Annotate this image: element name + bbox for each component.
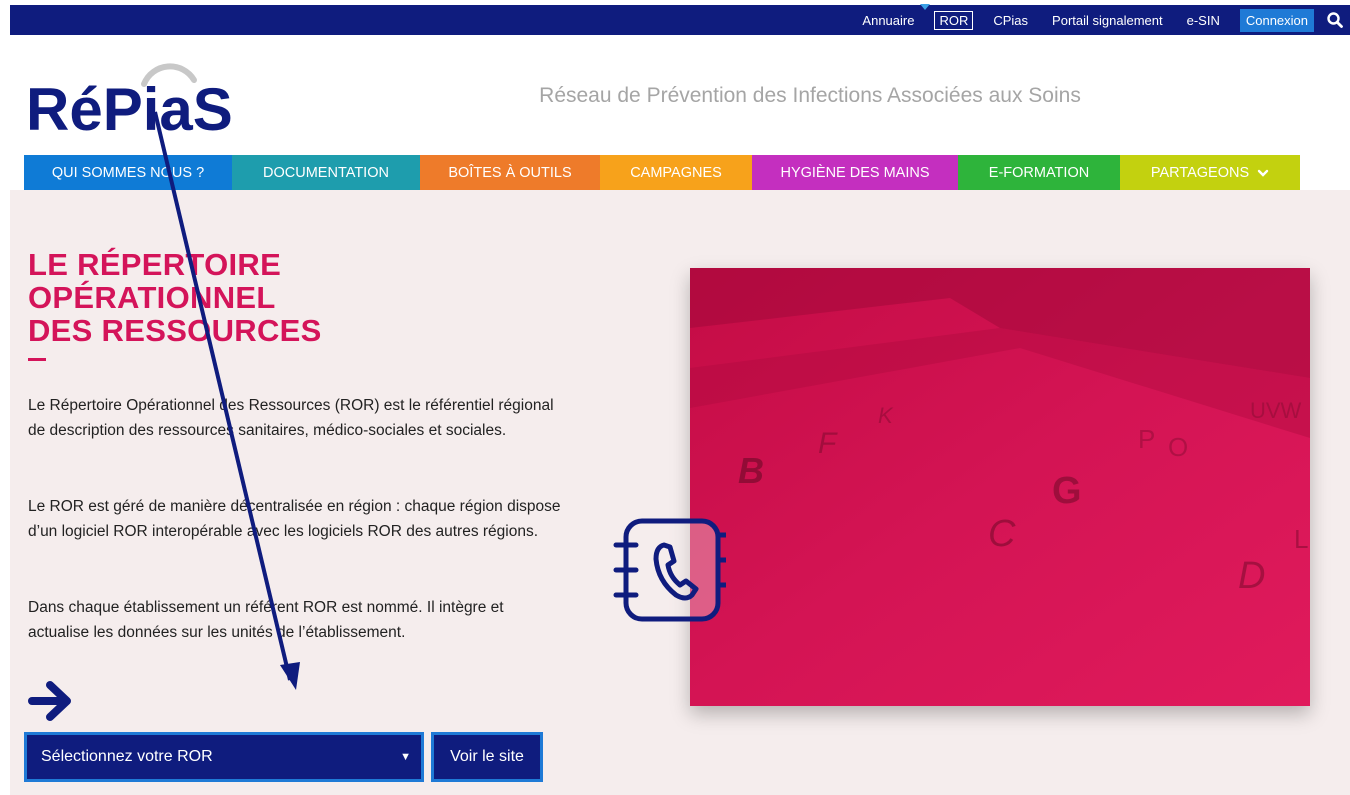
chevron-down-icon	[1257, 169, 1269, 177]
nav-item-label: CAMPAGNES	[630, 164, 722, 181]
ror-select-value: Sélectionnez votre ROR	[41, 748, 213, 765]
letter-b: B	[738, 450, 764, 491]
voir-le-site-button[interactable]: Voir le site	[431, 732, 543, 782]
top-link-ror[interactable]: ROR	[934, 10, 974, 30]
top-link-e-sin[interactable]: e-SIN	[1183, 11, 1224, 30]
site-tagline: Réseau de Prévention des Infections Asso…	[539, 84, 1081, 107]
top-bar: Annuaire ROR CPias Portail signalement e…	[10, 4, 1350, 35]
intro-paragraph: Le Répertoire Opérationnel des Ressource…	[28, 397, 554, 439]
nav-item-label: E-FORMATION	[988, 164, 1090, 181]
title-line: OPÉRATIONNEL	[28, 280, 276, 315]
ror-select[interactable]: Sélectionnez votre ROR ▼	[24, 732, 424, 782]
top-link-portail-signalement[interactable]: Portail signalement	[1048, 11, 1167, 30]
nav-item-label: BOÎTES À OUTILS	[448, 164, 572, 181]
letter-p: P	[1138, 424, 1155, 454]
nav-item-label: PARTAGEONS	[1150, 164, 1250, 181]
letter-l: L	[1294, 524, 1308, 554]
nav-item-campagnes[interactable]: CAMPAGNES	[600, 155, 752, 190]
letter-uvw: UVW	[1250, 398, 1302, 423]
connexion-button[interactable]: Connexion	[1239, 8, 1314, 32]
arrow-right-icon	[28, 680, 74, 727]
logo-text: RéPiaS	[26, 76, 233, 140]
card-index-image: B F K C G P O D L UVW	[690, 268, 1310, 706]
address-book-icon	[612, 515, 732, 630]
title-underline	[28, 358, 46, 361]
top-links: Annuaire ROR CPias Portail signalement e…	[850, 5, 1350, 35]
search-icon[interactable]	[1320, 5, 1350, 35]
main-nav: QUI SOMMES NOUS ? DOCUMENTATION BOÎTES À…	[24, 155, 1300, 190]
nav-item-qui-sommes-nous[interactable]: QUI SOMMES NOUS ?	[24, 155, 232, 190]
repias-logo[interactable]: RéPiaS	[24, 50, 254, 143]
top-link-cpias[interactable]: CPias	[989, 11, 1032, 30]
title-line: DES RESSOURCES	[28, 313, 322, 348]
nav-item-boites-a-outils[interactable]: BOÎTES À OUTILS	[420, 155, 600, 190]
nav-item-label: QUI SOMMES NOUS ?	[51, 164, 205, 181]
letter-o: O	[1168, 432, 1188, 462]
letter-c: C	[988, 513, 1016, 555]
nav-item-label: DOCUMENTATION	[263, 164, 389, 181]
title-line: LE RÉPERTOIRE	[28, 247, 282, 282]
dropdown-caret-icon: ▼	[400, 751, 411, 763]
nav-item-e-formation[interactable]: E-FORMATION	[958, 155, 1120, 190]
letter-f: F	[818, 427, 838, 460]
letter-d: D	[1238, 555, 1265, 597]
nav-item-partageons[interactable]: PARTAGEONS	[1120, 155, 1300, 190]
top-link-annuaire[interactable]: Annuaire	[858, 11, 918, 30]
letter-k: K	[878, 403, 894, 428]
nav-item-documentation[interactable]: DOCUMENTATION	[232, 155, 420, 190]
referent-paragraph: Dans chaque établissement un référent RO…	[28, 599, 504, 641]
nav-item-hygiene-des-mains[interactable]: HYGIÈNE DES MAINS	[752, 155, 958, 190]
management-paragraph: Le ROR est géré de manière décentralisée…	[28, 498, 561, 540]
page-title: LE RÉPERTOIRE OPÉRATIONNEL DES RESSOURCE…	[28, 248, 322, 347]
nav-item-label: HYGIÈNE DES MAINS	[780, 164, 930, 181]
letter-g: G	[1052, 470, 1082, 512]
